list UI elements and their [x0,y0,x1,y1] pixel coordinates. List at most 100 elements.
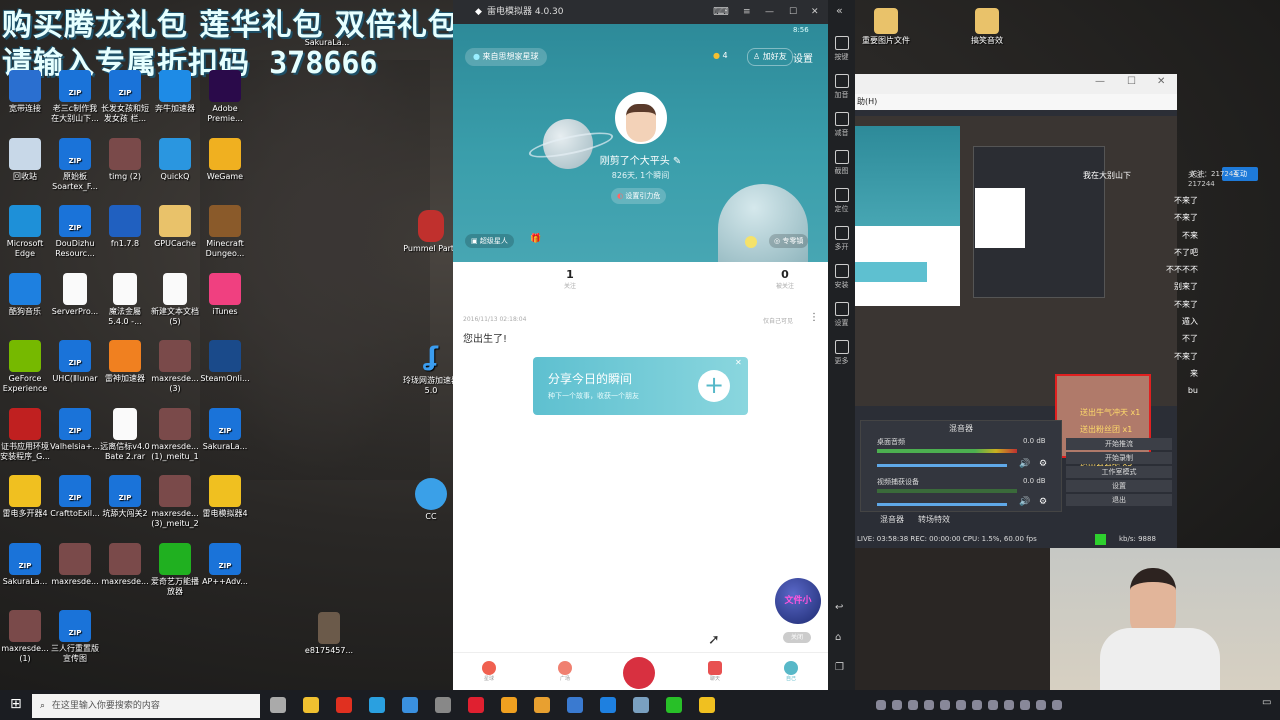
desktop-icon-image-file[interactable]: e8175457... [298,612,360,656]
home-icon[interactable]: ⌂ [835,632,841,643]
gravity-button[interactable]: ◐ 设置引力危 [611,188,667,204]
desktop-icon[interactable]: Microsoft Edge [0,205,50,259]
desktop-icon[interactable]: 原始板 Soartex_F... [50,137,100,192]
add-friend-button[interactable]: ♙ 加好友 [747,48,793,66]
taskbar-app-icon[interactable] [402,697,418,713]
desktop-icon[interactable]: QuickQ [150,137,200,182]
obs-control-button[interactable]: 开始推流 [1066,438,1172,450]
desktop-icon[interactable]: GPUCache [150,205,200,249]
gear-icon[interactable]: ⚙ [1039,459,1047,469]
tray-icon[interactable] [1004,700,1014,710]
tray-icon[interactable] [908,700,918,710]
tray-icon[interactable] [876,700,886,710]
desktop-icon-sakura[interactable]: SakuraLa... [296,38,358,48]
tray-icon[interactable] [940,700,950,710]
desktop-icon[interactable]: Minecraft Dungeo... [200,205,250,259]
super-star-badge[interactable]: ▣ 超级星人 [465,234,514,248]
notifications-icon[interactable]: ▭ [1262,697,1271,708]
maximize-icon[interactable]: ☐ [1127,76,1136,87]
taskbar-app-icon[interactable] [534,697,550,713]
minimize-icon[interactable]: — [765,0,774,24]
desktop-icon-folder-sfx[interactable]: 搞笑音效 [956,8,1018,46]
obs-control-button[interactable]: 设置 [1066,480,1172,492]
nav-chat[interactable]: 聊天 [703,661,727,682]
sidebar-item[interactable]: 安装 [828,264,855,290]
expert-badge[interactable]: ◎ 专零镇 [769,234,809,248]
post-item[interactable]: 2016/11/13 02:18:04 仅自己可见 ⋮ 您出生了! [453,308,828,348]
tray-icon[interactable] [924,700,934,710]
desktop-icon[interactable]: GeForce Experience [0,340,50,394]
sidebar-item[interactable]: 减音 [828,112,855,138]
tray-icon[interactable] [1020,700,1030,710]
taskbar-app-icon[interactable] [666,697,682,713]
settings-link[interactable]: 设置 [793,50,813,65]
desktop-icon[interactable]: Valhelsia+... [50,407,100,452]
recent-apps-icon[interactable]: ❐ [835,662,844,673]
desktop-icon[interactable]: maxresde... (1)_meitu_1 [150,407,200,462]
desktop-icon[interactable]: 长发女孩和短发女孩 栏... [100,70,150,124]
taskbar-app-icon[interactable] [435,697,451,713]
taskbar-app-icon[interactable] [468,697,484,713]
desktop-icon[interactable]: 雷神加速器 [100,340,150,384]
desktop-icon[interactable]: fn1.7.8 [100,205,150,249]
desktop-icon[interactable]: SteamOnli... [200,340,250,384]
source-pill[interactable]: ● 来自思想家星球 [465,48,547,66]
gamepad-icon[interactable]: ⌨ [713,0,729,24]
back-icon[interactable]: ↩ [835,602,843,613]
menu-help[interactable]: 助(H) [857,97,877,106]
desktop-icon[interactable]: Adobe Premie... [200,70,250,124]
speaker-icon[interactable]: 🔊 [1019,497,1030,507]
desktop-icon[interactable]: CrafttoExil... [50,475,100,519]
coin-counter[interactable]: ● 4 [713,51,728,60]
close-card-icon[interactable]: ✕ [735,358,742,367]
nav-square[interactable]: 广场 [553,661,577,682]
taskbar-app-icon[interactable] [303,697,319,713]
desktop-icon[interactable]: AP++Adv... [200,542,250,587]
more-icon[interactable]: ⋮ [809,312,819,323]
obs-control-button[interactable]: 退出 [1066,494,1172,506]
sidebar-item[interactable]: 更多 [828,340,855,366]
desktop-icon[interactable]: UHC(Ⅱlunar [50,340,100,384]
desktop-icon[interactable]: WeGame [200,137,250,182]
sidebar-item[interactable]: 定位 [828,188,855,214]
gift-icon[interactable]: 🎁 [530,234,541,244]
collapse-icon[interactable]: « [836,4,843,17]
desktop-icon[interactable]: 新建文本文档 (5) [150,272,200,327]
share-card[interactable]: 分享今日的瞬间 种下一个故事，收获一个朋友 + ✕ [533,357,748,415]
desktop-icon[interactable]: 老三c制作我在大别山下... [50,70,100,124]
maximize-icon[interactable]: ☐ [789,0,797,24]
desktop-icon[interactable]: 远离信标v4.0 Bate 2.rar [100,407,150,462]
desktop-icon[interactable]: iTunes [200,272,250,317]
sidebar-item[interactable]: 设置 [828,302,855,328]
windows-start-icon[interactable]: ⊞ [10,696,22,712]
edit-icon[interactable]: ✎ [673,156,681,167]
coin-badge-icon[interactable] [745,236,757,248]
sidebar-item[interactable]: 多开 [828,226,855,252]
desktop-icon[interactable]: 雷电模拟器4 [200,475,250,519]
desktop-icon[interactable]: ServerPro... [50,272,100,317]
tray-icon[interactable] [988,700,998,710]
nav-planet[interactable]: 星球 [477,661,501,682]
tray-icon[interactable] [1052,700,1062,710]
taskbar-app-icon[interactable] [501,697,517,713]
desktop-icon[interactable]: DouDizhu Resourc... [50,205,100,259]
desktop-icon[interactable]: SakuraLa... [0,542,50,587]
add-icon[interactable]: + [698,370,730,402]
taskbar-search[interactable]: ⌕ 在这里输入你要搜索的内容 [32,694,260,718]
sidebar-item[interactable]: 截图 [828,150,855,176]
desktop-icon[interactable]: maxresde... (3) [150,340,200,394]
sidebar-item[interactable]: 按键 [828,36,855,62]
obs-control-button[interactable]: 开始录制 [1066,452,1172,464]
close-icon[interactable]: ✕ [1157,76,1165,87]
close-icon[interactable]: ✕ [811,0,819,24]
tray-icon[interactable] [892,700,902,710]
taskbar-app-icon[interactable] [633,697,649,713]
following-stat[interactable]: 1 关注 [543,268,597,290]
speaker-icon[interactable]: 🔊 [1019,459,1030,469]
desktop-icon-folder-important[interactable]: 重要图片文件 [855,8,917,46]
menu-icon[interactable]: ≡ [743,0,751,24]
desktop-icon[interactable]: 证书应用环境安装程序_G... [0,407,50,462]
desktop-icon[interactable]: 回收站 [0,137,50,182]
desktop-icon[interactable]: SakuraLa... [200,407,250,452]
desktop-icon[interactable]: maxresde... (3)_meitu_2 [150,475,200,529]
